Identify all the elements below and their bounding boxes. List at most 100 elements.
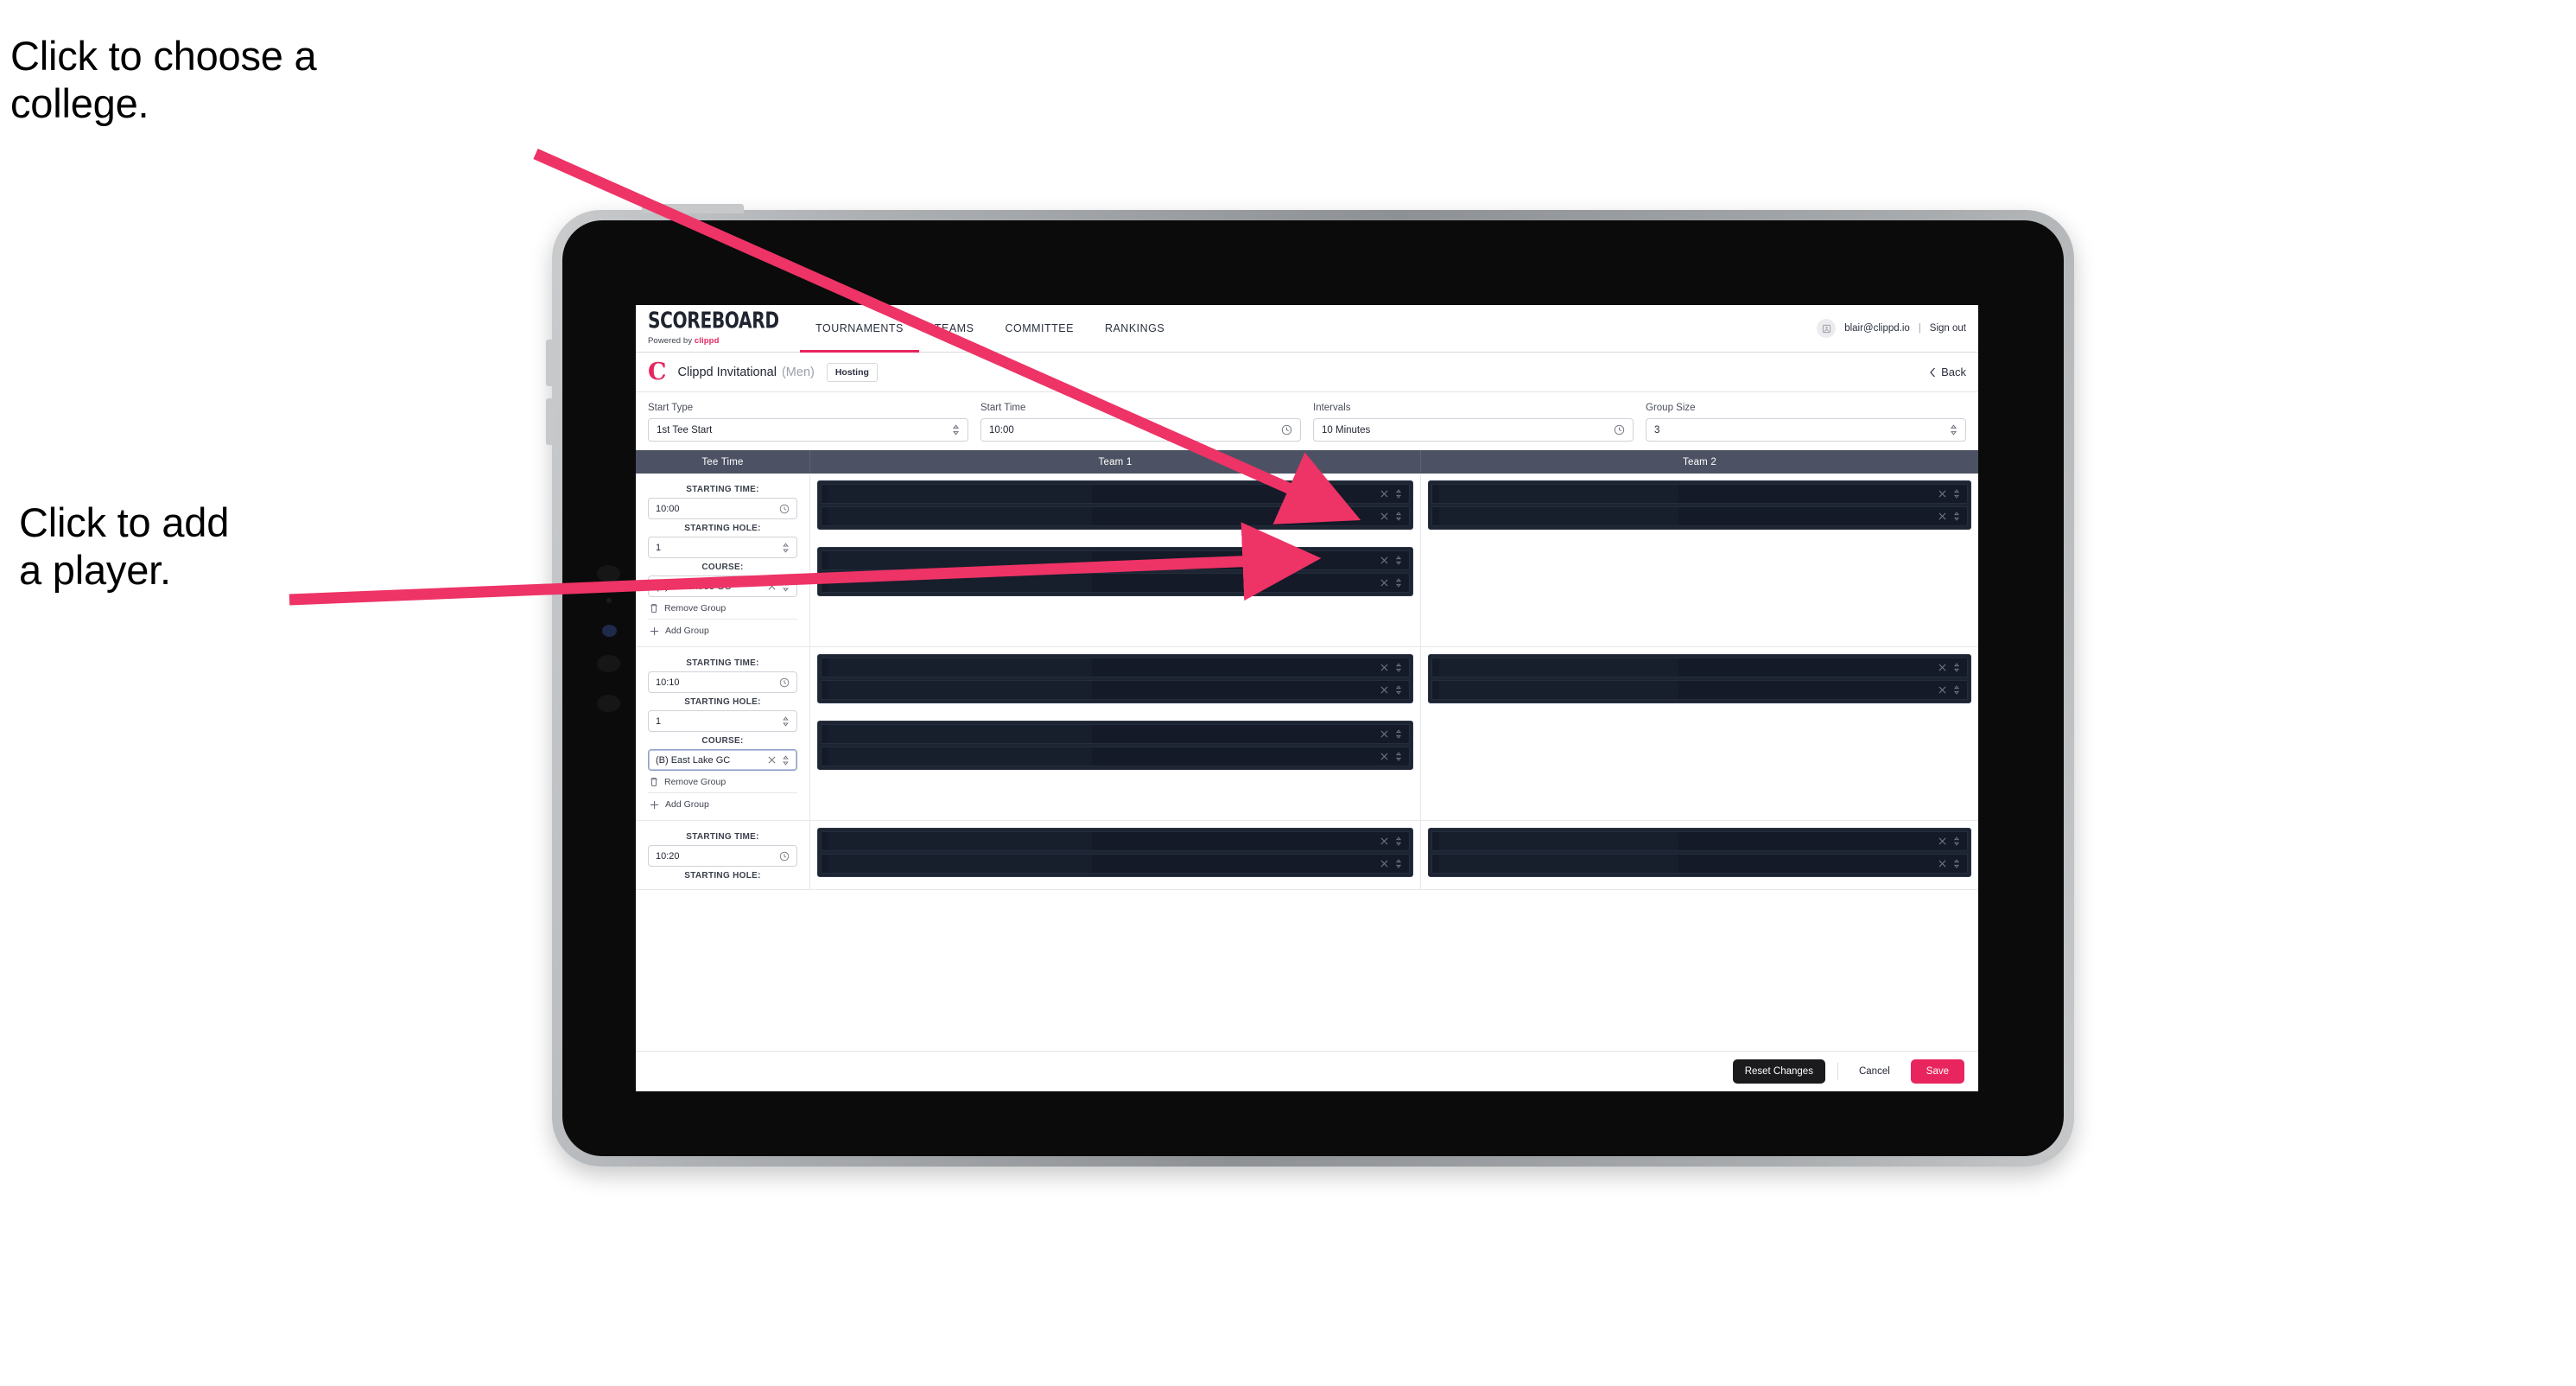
player-slot[interactable]	[821, 550, 1410, 570]
close-x-icon[interactable]	[1938, 512, 1946, 520]
status-badge: Hosting	[826, 362, 878, 382]
stepper-updown-icon[interactable]	[1395, 685, 1402, 695]
group-size-select[interactable]: 3	[1646, 418, 1966, 442]
player-name-placeholder	[828, 747, 1093, 766]
add-group-button-2[interactable]: Add Group	[648, 792, 797, 815]
stepper-updown-icon[interactable]	[1953, 512, 1960, 521]
intervals-input[interactable]: 10 Minutes	[1313, 418, 1634, 442]
nav-tab-tournaments[interactable]: TOURNAMENTS	[800, 305, 919, 353]
close-x-icon[interactable]	[1380, 730, 1388, 738]
close-x-icon[interactable]	[768, 582, 776, 590]
nav-items: TOURNAMENTS TEAMS COMMITTEE RANKINGS	[800, 305, 1180, 353]
front-camera-icon	[602, 625, 617, 637]
user-avatar-icon[interactable]	[1817, 319, 1837, 338]
player-slot[interactable]	[821, 484, 1410, 504]
close-x-icon[interactable]	[1380, 512, 1388, 520]
close-x-icon[interactable]	[1380, 664, 1388, 671]
starting-time-value-2: 10:10	[656, 677, 680, 688]
starting-hole-input-2[interactable]: 1	[648, 710, 797, 732]
stepper-updown-icon[interactable]	[1395, 663, 1402, 672]
player-slot[interactable]	[1431, 854, 1968, 874]
close-x-icon[interactable]	[1938, 490, 1946, 498]
player-slot[interactable]	[1431, 506, 1968, 526]
stepper-updown-icon[interactable]	[1953, 663, 1960, 672]
starting-time-label: STARTING TIME:	[686, 485, 759, 494]
starting-hole-label: STARTING HOLE:	[684, 524, 761, 533]
player-slot-group	[817, 654, 1413, 703]
stepper-updown-icon[interactable]	[1395, 752, 1402, 761]
close-x-icon[interactable]	[1938, 837, 1946, 845]
player-slot[interactable]	[1431, 680, 1968, 700]
stepper-updown-icon[interactable]	[1395, 512, 1402, 521]
table-row: STARTING TIME: 10:10 STARTING HOLE: 1 CO…	[636, 647, 1978, 821]
stepper-updown-icon[interactable]	[1953, 685, 1960, 695]
stepper-updown-icon[interactable]	[1953, 836, 1960, 846]
player-slot[interactable]	[821, 506, 1410, 526]
player-slot[interactable]	[821, 658, 1410, 677]
stepper-updown-icon[interactable]	[1395, 836, 1402, 846]
close-x-icon[interactable]	[1380, 837, 1388, 845]
course-select-1[interactable]: (A) Peachtree GC	[648, 575, 797, 597]
close-x-icon[interactable]	[1380, 579, 1388, 587]
player-slot[interactable]	[821, 573, 1410, 593]
brand-tagline-name: clippd	[694, 335, 720, 346]
close-x-icon[interactable]	[1938, 686, 1946, 694]
close-x-icon[interactable]	[768, 756, 776, 764]
nav-tab-teams[interactable]: TEAMS	[919, 305, 990, 352]
brand-logo[interactable]: SCOREBOARD Powered by clippd	[636, 305, 800, 352]
trash-icon	[650, 603, 658, 614]
course-select-2[interactable]: (B) East Lake GC	[648, 749, 797, 771]
plus-icon	[650, 800, 659, 810]
table-header-row: Tee Time Team 1 Team 2	[636, 450, 1978, 474]
starting-time-input-2[interactable]: 10:10	[648, 671, 797, 693]
stepper-updown-icon[interactable]	[1395, 556, 1402, 565]
app-window: SCOREBOARD Powered by clippd TOURNAMENTS…	[636, 305, 1978, 1091]
reset-changes-button[interactable]: Reset Changes	[1732, 1059, 1825, 1084]
starting-hole-value-2: 1	[656, 715, 662, 727]
stepper-updown-icon[interactable]	[1395, 578, 1402, 588]
stepper-updown-icon[interactable]	[1395, 489, 1402, 499]
camera-sensor-icon	[597, 565, 620, 582]
player-slot[interactable]	[821, 724, 1410, 744]
close-x-icon[interactable]	[1938, 664, 1946, 671]
add-group-button-1[interactable]: Add Group	[648, 619, 797, 641]
intervals-value: 10 Minutes	[1322, 424, 1371, 436]
stepper-updown-icon[interactable]	[1953, 859, 1960, 868]
player-name-placeholder	[1439, 855, 1679, 873]
player-slot[interactable]	[1431, 484, 1968, 504]
close-x-icon[interactable]	[1380, 686, 1388, 694]
stepper-updown-icon[interactable]	[1395, 859, 1402, 868]
remove-group-button-1[interactable]: Remove Group	[648, 597, 797, 619]
player-slot[interactable]	[821, 747, 1410, 766]
tournament-gender: (Men)	[781, 365, 815, 379]
player-slot[interactable]	[821, 831, 1410, 851]
player-slot[interactable]	[1431, 831, 1968, 851]
close-x-icon[interactable]	[1380, 490, 1388, 498]
player-name-placeholder	[828, 832, 1093, 850]
starting-hole-input-1[interactable]: 1	[648, 537, 797, 558]
back-button[interactable]: Back	[1929, 366, 1966, 378]
sign-out-link[interactable]: Sign out	[1930, 323, 1966, 334]
course-label: COURSE:	[701, 563, 744, 572]
close-x-icon[interactable]	[1380, 556, 1388, 564]
stepper-updown-icon[interactable]	[1953, 489, 1960, 499]
close-x-icon[interactable]	[1938, 860, 1946, 868]
close-x-icon[interactable]	[1380, 860, 1388, 868]
group-size-value: 3	[1654, 424, 1660, 436]
player-slot[interactable]	[1431, 658, 1968, 677]
tee-times-table-body[interactable]: STARTING TIME: 10:00 STARTING HOLE: 1 CO…	[636, 474, 1978, 1052]
annotation-choose-college: Click to choose a college.	[10, 33, 317, 126]
starting-time-input-3[interactable]: 10:20	[648, 845, 797, 867]
player-slot[interactable]	[821, 680, 1410, 700]
start-type-select[interactable]: 1st Tee Start	[648, 418, 968, 442]
nav-tab-rankings[interactable]: RANKINGS	[1089, 305, 1180, 352]
player-slot[interactable]	[821, 854, 1410, 874]
save-button[interactable]: Save	[1910, 1059, 1964, 1084]
close-x-icon[interactable]	[1380, 753, 1388, 760]
remove-group-button-2[interactable]: Remove Group	[648, 771, 797, 792]
starting-time-input-1[interactable]: 10:00	[648, 498, 797, 519]
cancel-button[interactable]: Cancel	[1850, 1059, 1899, 1084]
start-time-input[interactable]: 10:00	[980, 418, 1301, 442]
stepper-updown-icon[interactable]	[1395, 729, 1402, 739]
nav-tab-committee[interactable]: COMMITTEE	[989, 305, 1089, 352]
